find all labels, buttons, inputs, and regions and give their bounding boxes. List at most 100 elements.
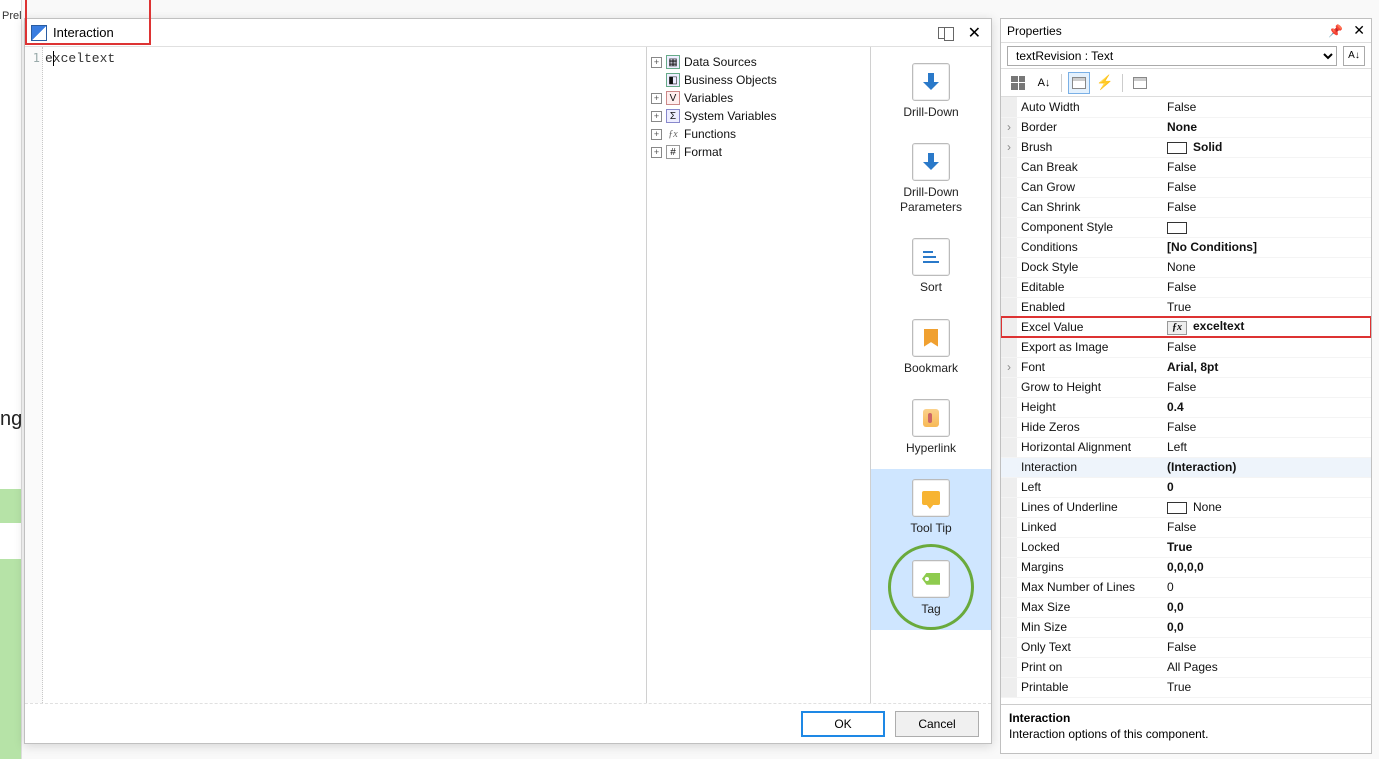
sort-az-button[interactable]: A↓	[1343, 46, 1365, 66]
tree-functions[interactable]: +ƒxFunctions	[651, 125, 866, 143]
property-row[interactable]: Component Style	[1001, 217, 1371, 237]
side-sort[interactable]: Sort	[871, 228, 991, 308]
property-value[interactable]: 0.4	[1163, 397, 1371, 417]
property-row[interactable]: Can BreakFalse	[1001, 157, 1371, 177]
property-row[interactable]: Print onAll Pages	[1001, 657, 1371, 677]
property-row[interactable]: Height0.4	[1001, 397, 1371, 417]
side-tag[interactable]: Tag	[871, 550, 991, 630]
dictionary-tree[interactable]: +▦Data Sources ◧Business Objects +VVaria…	[647, 47, 871, 703]
property-value[interactable]: ƒxexceltext	[1163, 317, 1371, 337]
property-row[interactable]: Can ShrinkFalse	[1001, 197, 1371, 217]
property-name: Excel Value	[1017, 317, 1163, 337]
dialog-titlebar[interactable]: Interaction ✕	[25, 19, 991, 47]
property-row[interactable]: Left0	[1001, 477, 1371, 497]
property-value[interactable]: False	[1163, 277, 1371, 297]
fx-icon[interactable]: ƒx	[1167, 321, 1187, 335]
expression-editor[interactable]: 1 exceltext	[25, 47, 647, 703]
side-bookmark[interactable]: Bookmark	[871, 309, 991, 389]
ok-button[interactable]: OK	[801, 711, 885, 737]
tree-system-variables[interactable]: +ΣSystem Variables	[651, 107, 866, 125]
property-row[interactable]: Min Size0,0	[1001, 617, 1371, 637]
property-value[interactable]: True	[1163, 677, 1371, 697]
property-row[interactable]: Conditions[No Conditions]	[1001, 237, 1371, 257]
property-value[interactable]: True	[1163, 297, 1371, 317]
side-hyperlink[interactable]: Hyperlink	[871, 389, 991, 469]
property-row[interactable]: Only TextFalse	[1001, 637, 1371, 657]
side-tooltip[interactable]: Tool Tip	[871, 469, 991, 549]
property-row[interactable]: Hide ZerosFalse	[1001, 417, 1371, 437]
side-drill-down-params[interactable]: Drill-Down Parameters	[871, 133, 991, 228]
dock-icon[interactable]	[938, 27, 954, 39]
property-value[interactable]: False	[1163, 337, 1371, 357]
properties-grid-scroll[interactable]: Auto WidthFalse›BorderNone›BrushSolidCan…	[1001, 97, 1371, 704]
property-row[interactable]: LinkedFalse	[1001, 517, 1371, 537]
property-row[interactable]: Lines of UnderlineNone	[1001, 497, 1371, 517]
property-row[interactable]: PrintableTrue	[1001, 677, 1371, 697]
property-row[interactable]: Horizontal AlignmentLeft	[1001, 437, 1371, 457]
property-value[interactable]: Left	[1163, 437, 1371, 457]
property-value[interactable]: False	[1163, 417, 1371, 437]
tree-data-sources[interactable]: +▦Data Sources	[651, 53, 866, 71]
property-value[interactable]: None	[1163, 117, 1371, 137]
tree-business-objects[interactable]: ◧Business Objects	[651, 71, 866, 89]
properties-grid[interactable]: Auto WidthFalse›BorderNone›BrushSolidCan…	[1001, 97, 1371, 698]
property-value[interactable]: 0	[1163, 477, 1371, 497]
property-row[interactable]: Max Size0,0	[1001, 597, 1371, 617]
property-value[interactable]: Arial, 8pt	[1163, 357, 1371, 377]
property-row[interactable]: Auto WidthFalse	[1001, 97, 1371, 117]
property-row[interactable]: LockedTrue	[1001, 537, 1371, 557]
property-value[interactable]: False	[1163, 97, 1371, 117]
expand-toggle[interactable]: ›	[1001, 357, 1017, 377]
property-value[interactable]: True	[1163, 537, 1371, 557]
property-row[interactable]: Export as ImageFalse	[1001, 337, 1371, 357]
expand-toggle[interactable]: ›	[1001, 117, 1017, 137]
property-value[interactable]: False	[1163, 157, 1371, 177]
property-row[interactable]: Excel Valueƒxexceltext	[1001, 317, 1371, 337]
side-drill-down[interactable]: Drill-Down	[871, 53, 991, 133]
property-value[interactable]: All Pages	[1163, 657, 1371, 677]
property-value[interactable]	[1163, 217, 1371, 237]
property-row[interactable]: Max Number of Lines0	[1001, 577, 1371, 597]
code-text[interactable]: exceltext	[43, 47, 646, 703]
property-row[interactable]: ›FontArial, 8pt	[1001, 357, 1371, 377]
property-row[interactable]: ›BrushSolid	[1001, 137, 1371, 157]
tree-format[interactable]: +#Format	[651, 143, 866, 161]
property-value[interactable]: Solid	[1163, 137, 1371, 157]
events-button[interactable]: ⚡	[1094, 72, 1116, 94]
property-row[interactable]: Margins0,0,0,0	[1001, 557, 1371, 577]
property-value[interactable]: (Interaction)	[1163, 457, 1371, 477]
close-icon[interactable]: ✕	[1353, 22, 1365, 39]
property-value[interactable]: False	[1163, 377, 1371, 397]
expand-toggle[interactable]: ›	[1001, 137, 1017, 157]
property-value[interactable]: False	[1163, 637, 1371, 657]
cancel-button[interactable]: Cancel	[895, 711, 979, 737]
property-value[interactable]: [No Conditions]	[1163, 237, 1371, 257]
property-value[interactable]: 0,0,0,0	[1163, 557, 1371, 577]
properties-titlebar[interactable]: Properties 📌 ✕	[1001, 19, 1371, 43]
property-value[interactable]: 0	[1163, 577, 1371, 597]
properties-object-selector[interactable]: textRevision : Text	[1007, 46, 1337, 66]
property-value[interactable]: None	[1163, 497, 1371, 517]
property-row[interactable]: Grow to HeightFalse	[1001, 377, 1371, 397]
categorized-button[interactable]	[1007, 72, 1029, 94]
property-value[interactable]: False	[1163, 177, 1371, 197]
property-pages-button[interactable]	[1068, 72, 1090, 94]
window-button[interactable]	[1129, 72, 1151, 94]
property-value[interactable]: 0,0	[1163, 617, 1371, 637]
property-value[interactable]: False	[1163, 197, 1371, 217]
property-row[interactable]: Can GrowFalse	[1001, 177, 1371, 197]
property-row[interactable]: EditableFalse	[1001, 277, 1371, 297]
property-row[interactable]: Dock StyleNone	[1001, 257, 1371, 277]
close-icon[interactable]: ✕	[964, 23, 985, 43]
pin-icon[interactable]: 📌	[1328, 24, 1343, 38]
color-swatch	[1167, 142, 1187, 154]
property-value[interactable]: 0,0	[1163, 597, 1371, 617]
expand-toggle	[1001, 337, 1017, 357]
alphabetical-button[interactable]: A↓	[1033, 72, 1055, 94]
tree-variables[interactable]: +VVariables	[651, 89, 866, 107]
property-row[interactable]: ›BorderNone	[1001, 117, 1371, 137]
property-row[interactable]: Interaction(Interaction)	[1001, 457, 1371, 477]
property-row[interactable]: EnabledTrue	[1001, 297, 1371, 317]
property-value[interactable]: False	[1163, 517, 1371, 537]
property-value[interactable]: None	[1163, 257, 1371, 277]
